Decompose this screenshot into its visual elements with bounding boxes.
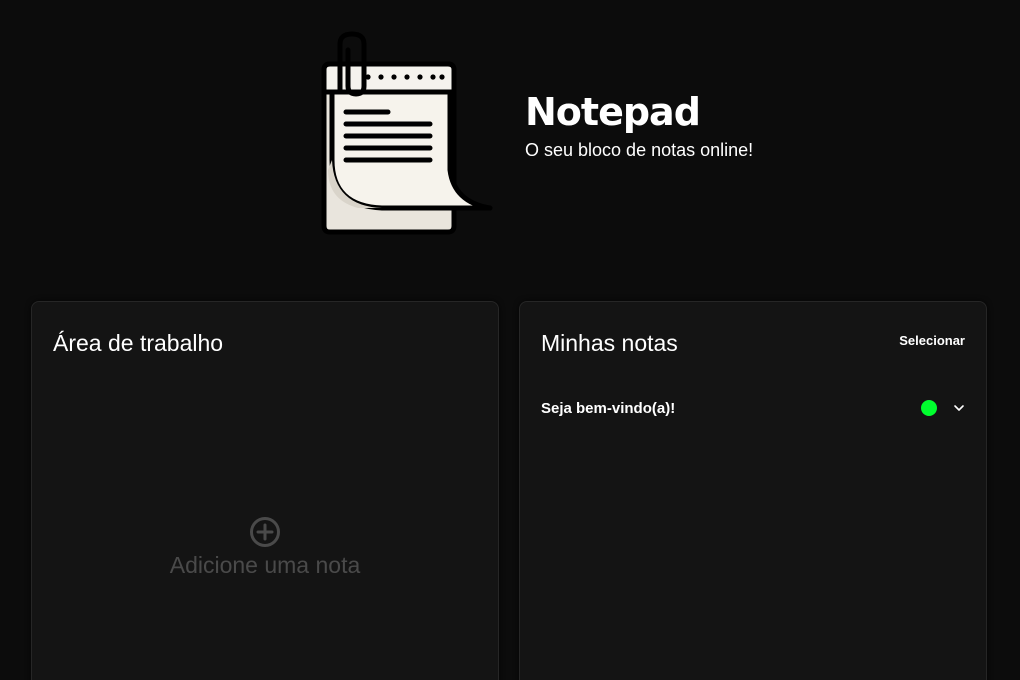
select-button[interactable]: Selecionar [899,333,965,348]
add-note-button[interactable]: Adicione uma nota [32,516,498,579]
note-title[interactable]: Seja bem-vindo(a)! [541,400,921,417]
chevron-down-icon[interactable] [953,402,965,414]
header: Notepad O seu bloco de notas online! [525,92,753,161]
workspace-panel: Área de trabalho Adicione uma nota [31,301,499,680]
add-note-label[interactable]: Adicione uma nota [170,552,361,579]
note-status-dot [921,400,937,416]
app-title: Notepad [525,90,701,134]
notepad-logo-icon [318,30,494,238]
plus-circle-icon[interactable] [249,516,281,548]
workspace-title: Área de trabalho [53,330,224,356]
note-list-item[interactable]: Seja bem-vindo(a)! [541,396,965,420]
app-subtitle: O seu bloco de notas online! [525,140,754,160]
my-notes-panel: Minhas notas Selecionar Seja bem-vindo(a… [519,301,987,680]
app-page: Notepad O seu bloco de notas online! Áre… [0,0,1020,680]
my-notes-title: Minhas notas [541,330,678,356]
